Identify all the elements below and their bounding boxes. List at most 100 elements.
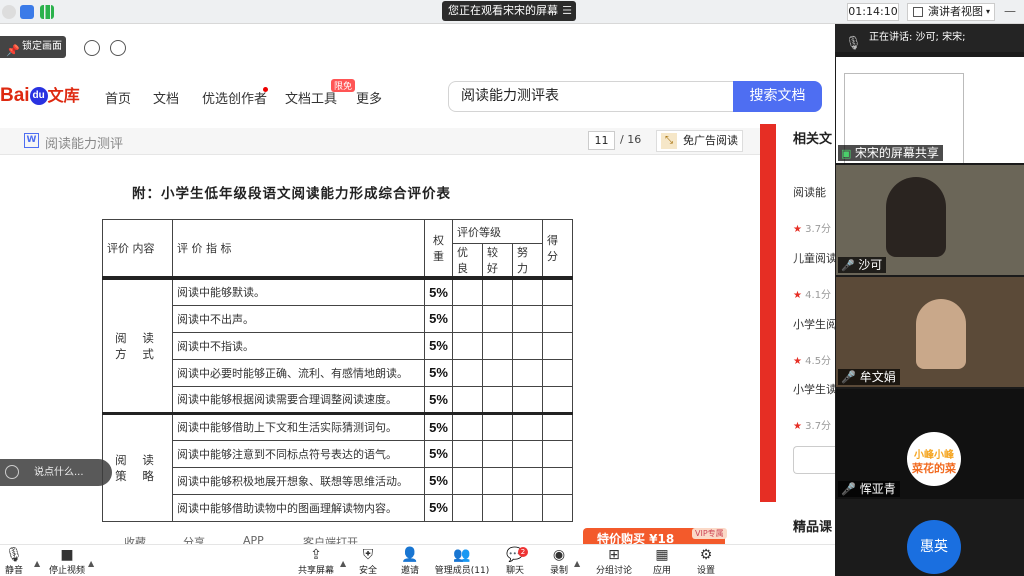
app-link[interactable]: APP xyxy=(243,534,264,544)
stop-video-button[interactable]: ■ 停止视频 xyxy=(46,547,88,576)
tile-label: 🎤 牟文娟 xyxy=(838,369,900,385)
viewing-screen-label[interactable]: 您正在观看宋宋的屏幕 ☰ xyxy=(442,1,576,21)
rating-value: 3.7分 xyxy=(805,224,832,235)
share-link[interactable]: 分享 xyxy=(183,534,205,544)
favorite-link[interactable]: 收藏 xyxy=(124,534,146,544)
settings-button[interactable]: ⚙ 设置 xyxy=(692,547,720,576)
sidebar-input[interactable] xyxy=(793,446,835,474)
page-number-input[interactable]: 11 xyxy=(588,131,615,150)
ad-free-button[interactable]: ⤡ 免广告阅读 xyxy=(656,130,743,152)
chevron-up-icon[interactable]: ▲ xyxy=(574,559,580,568)
baidu-wenku-logo[interactable]: Bai du 文库 xyxy=(0,82,80,107)
header-indicator: 评 价 指 标 xyxy=(172,219,425,280)
level-effort: 努力 xyxy=(512,243,543,280)
screen-share-tile[interactable]: ▣ 宋宋的屏幕共享 xyxy=(836,57,1024,163)
add-user-icon: 👤 xyxy=(401,547,419,563)
self-avatar[interactable]: 惠英 xyxy=(907,520,961,574)
doc-title-bar: W 阅读能力测评 xyxy=(0,128,760,155)
chevron-down-icon: ▾ xyxy=(985,7,990,16)
table-row: 阅读中不出声。 5% xyxy=(103,304,573,333)
empty-cell xyxy=(542,277,573,306)
related-doc-link[interactable]: 儿童阅读 xyxy=(793,250,835,266)
search-button[interactable]: 搜索文档 xyxy=(733,81,822,112)
window-minimize-icon[interactable]: — xyxy=(1004,4,1016,18)
share-screen-button[interactable]: ⇪ 共享屏幕 xyxy=(294,547,338,576)
related-doc-link[interactable]: 小学生读 xyxy=(793,381,835,397)
speaker-view-button[interactable]: 演讲者视图 ▾ xyxy=(907,3,995,21)
open-client-link[interactable]: 客户端打开 xyxy=(303,534,358,544)
notification-dot xyxy=(263,87,268,92)
manage-participants-button[interactable]: 👥 管理成员(11) xyxy=(434,547,490,576)
participant-video xyxy=(916,299,966,369)
invite-button[interactable]: 👤 邀请 xyxy=(396,547,424,576)
rating-value: 3.7分 xyxy=(805,421,832,432)
chevron-up-icon[interactable]: ▲ xyxy=(340,559,346,568)
table-row: 阅 读 方 式 阅读中能够默读。 5% xyxy=(102,277,573,415)
microphone-icon: 🎙 xyxy=(845,36,862,51)
microphone-icon: 🎤 xyxy=(841,259,859,272)
table-row: 阅读中必要时能够正确、流利、有感情地朗读。 5% xyxy=(103,358,573,387)
vip-badge: VIP专属 xyxy=(692,528,727,539)
meeting-timer: 01:14:10 xyxy=(847,3,899,21)
video-tile-mouwenjuan[interactable]: 🎤 牟文娟 xyxy=(836,277,1024,387)
toolbar-label: 管理成员(11) xyxy=(434,566,490,576)
level-excellent: 优良 xyxy=(452,243,483,280)
related-doc-link[interactable]: 小学生阅 xyxy=(793,316,835,332)
indicator-cell: 阅读中能够根据阅读需要合理调整阅读速度。 xyxy=(172,385,425,415)
nav-creators[interactable]: 优选创作者 xyxy=(202,88,267,107)
toolbar-label: 安全 xyxy=(358,566,377,576)
empty-cell xyxy=(482,439,513,468)
empty-cell xyxy=(482,358,513,387)
shield-icon xyxy=(20,5,34,19)
empty-cell xyxy=(512,331,543,360)
empty-cell xyxy=(512,358,543,387)
header-content: 评价 内容 xyxy=(102,219,173,280)
chevron-up-icon[interactable]: ▲ xyxy=(34,559,40,568)
shield-icon: ⛨ xyxy=(362,547,374,563)
breakout-rooms-button[interactable]: ⊞ 分组讨论 xyxy=(594,547,634,576)
empty-cell xyxy=(542,412,573,441)
speaking-indicator: 🎙 正在讲话: 沙可; 宋宋; xyxy=(835,24,1024,52)
empty-cell xyxy=(542,466,573,495)
doc-rating: ★ 3.7分 xyxy=(793,220,831,235)
empty-cell xyxy=(452,412,483,441)
nav-tools[interactable]: 文档工具 xyxy=(285,88,337,107)
indicator-cell: 阅读中能够借助上下文和生活实际猜测词句。 xyxy=(172,412,425,441)
doc-heading: 附：小学生低年级段语文阅读能力形成综合评价表 xyxy=(132,186,451,202)
mute-button[interactable]: 🎙 静音 xyxy=(2,547,26,576)
chat-input-bubble[interactable]: 说点什么... xyxy=(0,459,112,486)
category-reading-method: 阅 读 方 式 xyxy=(102,277,173,415)
category-reading-strategy: 阅 读 策 略 xyxy=(102,412,173,522)
search-input[interactable]: 阅读能力测评表 xyxy=(448,81,733,112)
nav-home[interactable]: 首页 xyxy=(105,88,131,107)
lock-view-button[interactable]: 📌 锁定画面 xyxy=(0,36,66,58)
empty-cell xyxy=(482,466,513,495)
empty-cell xyxy=(482,304,513,333)
globe-icon[interactable] xyxy=(110,40,126,56)
nav-docs[interactable]: 文档 xyxy=(153,88,179,107)
related-doc-link[interactable]: 阅读能 xyxy=(793,184,826,200)
weight-cell: 5% xyxy=(424,277,453,306)
apps-button[interactable]: ▦ 应用 xyxy=(648,547,676,576)
logo-suffix: 文库 xyxy=(47,88,80,105)
table-row: 阅读中不指读。 5% xyxy=(103,331,573,360)
refresh-icon[interactable] xyxy=(84,40,100,56)
speaking-text: 正在讲话: 沙可; 宋宋; xyxy=(869,32,966,43)
record-button[interactable]: ◉ 录制 xyxy=(546,547,572,576)
chevron-up-icon[interactable]: ▲ xyxy=(88,559,94,568)
video-tile-shake[interactable]: 🎤 沙可 xyxy=(836,165,1024,275)
chat-badge: 2 xyxy=(518,547,528,557)
toolbar-label: 设置 xyxy=(696,566,715,576)
meeting-toolbar: 🎙 静音 ▲ ■ 停止视频 ▲ ⇪ 共享屏幕 ▲ ⛨ 安全 👤 邀请 👥 管理成员(11) … xyxy=(0,544,835,576)
logo-text: Bai xyxy=(0,85,30,106)
menu-icon[interactable]: ☰ xyxy=(562,1,572,21)
muted-microphone-icon: 🎤 xyxy=(841,370,860,384)
viewing-text: 您正在观看宋宋的屏幕 xyxy=(448,4,558,17)
tile-name: 恽亚青 xyxy=(859,482,896,496)
security-button[interactable]: ⛨ 安全 xyxy=(354,547,382,576)
nav-more[interactable]: 更多 xyxy=(356,88,382,107)
empty-cell xyxy=(512,412,543,441)
empty-cell xyxy=(482,331,513,360)
record-icon: ◉ xyxy=(552,547,566,563)
table-row: 阅读中能够注意到不同标点符号表达的语气。 5% xyxy=(103,439,573,468)
